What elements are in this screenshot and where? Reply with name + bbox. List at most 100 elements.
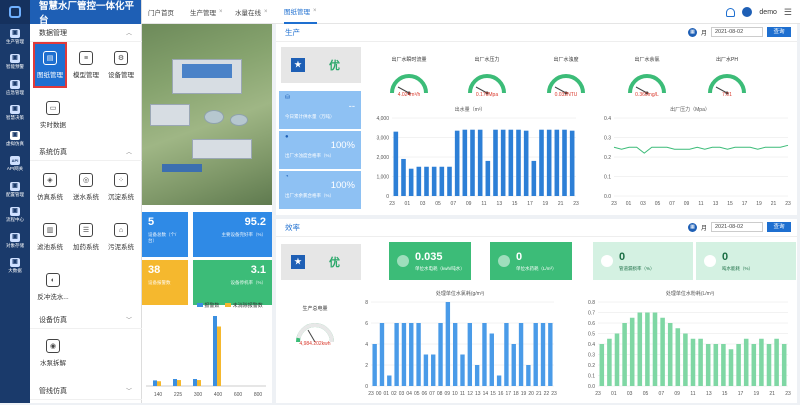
x-tick-label: 07 [659, 391, 665, 397]
water-icon: ⛁ [285, 95, 291, 101]
iconbar-item[interactable]: ▣ 智慧决策 [0, 101, 30, 127]
menu-item-backwash[interactable]: ◐ 反冲洗水... [33, 264, 73, 310]
tab-portal-home[interactable]: 门户首页 [148, 0, 174, 24]
bar [485, 160, 491, 196]
y-tick-label: 0.3 [604, 136, 611, 142]
iconbar-label: 智能预警 [6, 64, 24, 70]
iconbar-item[interactable]: ▣ 生产管理 [0, 24, 30, 50]
bar [766, 344, 772, 386]
menu-section-pipeline-simulation[interactable]: 管线仿真 ﹀ [30, 382, 142, 400]
menu-section-system-simulation[interactable]: 系统仿真 ︿ [30, 143, 142, 161]
calendar-icon[interactable]: ▦ [687, 27, 697, 37]
energy-icon [704, 255, 716, 267]
bell-icon[interactable] [726, 7, 736, 17]
close-icon[interactable]: × [313, 8, 317, 14]
menu-item-sludge-system[interactable]: ⌂ 污泥系统 [104, 214, 138, 260]
module-icon: ▣ [10, 28, 20, 38]
iconbar-item[interactable]: API API网关 [0, 152, 30, 178]
bar [614, 333, 620, 386]
unresolved-alarm-bar [197, 380, 201, 386]
bar [690, 338, 696, 386]
tab-production[interactable]: 生产管理 × [190, 0, 223, 24]
menu-item-realtime-data[interactable]: ▭ 实时数据 [33, 92, 73, 138]
menu-item-pump-disassembly[interactable]: ◉ 水泵拆解 [33, 330, 73, 376]
x-tick-label: 16 [498, 391, 504, 397]
y-tick-label: 0.1 [604, 175, 611, 181]
close-icon[interactable]: × [264, 9, 268, 15]
iconbar-item[interactable]: ▣ 虚拟仿真 [0, 126, 30, 152]
bar [401, 158, 406, 196]
menu-item-drawing-management[interactable]: ▤ 图纸管理 [33, 42, 67, 88]
app-title: 智慧水厂管控一体化平台 [30, 0, 141, 26]
menu-item-water-supply[interactable]: ◎ 送水系统 [69, 164, 103, 210]
menu-item-label: 反冲洗水... [37, 294, 69, 301]
gauge-value: 7.01 [722, 92, 732, 98]
x-tick-label: 13 [706, 391, 712, 397]
menu-item-simulation-system[interactable]: ◈ 仿真系统 [33, 164, 67, 210]
menu-item-model-management[interactable]: ≡ 模型管理 [69, 42, 103, 88]
x-tick-label: 23 [785, 391, 791, 397]
top-right-tools: demo ☰ [726, 0, 792, 24]
iconbar-item[interactable]: ▣ 对象存储 [0, 228, 30, 254]
y-tick-label: 0.3 [588, 353, 595, 359]
menu-section-data-management[interactable]: 数据管理 ︿ [30, 24, 142, 42]
menu-item-label: 仿真系统 [37, 194, 63, 201]
iconbar-item[interactable]: ▣ 应急管理 [0, 75, 30, 101]
bar [622, 323, 627, 386]
bar [401, 323, 407, 386]
left-column: 5 设备总数（个/台） 95.2 主要设备完好率（%） 38 设备报警数 3.1… [142, 24, 272, 403]
x-tick-label: 800 [254, 392, 263, 398]
bar [504, 323, 509, 386]
alarm-bar [213, 316, 217, 386]
menu-item-label: 送水系统 [73, 194, 99, 201]
stat-card-device-ok-rate: 95.2 主要设备完好率（%） [193, 212, 272, 257]
bar [393, 131, 399, 196]
x-tick-label: 17 [738, 391, 744, 397]
iconbar-label: 对象存储 [6, 242, 24, 248]
bar [416, 323, 421, 386]
gauge-value: 4,984.202kwh [299, 341, 331, 347]
menu-item-filter-system[interactable]: ▥ 滤池系统 [33, 214, 67, 260]
backwash-icon: ◐ [46, 273, 60, 287]
x-tick-label: 07 [429, 391, 435, 397]
gauge-title: 出厂水余氯 [634, 57, 660, 63]
query-button[interactable]: 查询 [767, 222, 791, 232]
x-tick-label: 225 [174, 392, 183, 398]
bar [562, 129, 567, 196]
bar [675, 328, 681, 386]
close-icon[interactable]: × [219, 9, 223, 15]
chevron-down-icon: ﹀ [125, 318, 132, 324]
pipe-icon [601, 255, 613, 267]
bar [645, 312, 650, 386]
plant-3d-image[interactable] [142, 24, 272, 205]
menu-item-device-management[interactable]: ⚙ 设备管理 [104, 42, 138, 88]
bar [554, 129, 560, 196]
iconbar-item[interactable]: ▣ 大数据 [0, 254, 30, 280]
iconbar-item[interactable]: ▣ 智能预警 [0, 50, 30, 76]
y-tick-label: 2,000 [376, 155, 389, 161]
avatar[interactable] [742, 7, 753, 17]
x-tick-label: 09 [684, 201, 690, 207]
y-tick-label: 0.4 [604, 116, 611, 122]
x-tick-label: 11 [690, 391, 695, 397]
tab-water-online[interactable]: 水量在线 × [235, 0, 268, 24]
calendar-icon[interactable]: ▦ [687, 222, 697, 232]
menu-section-device-simulation[interactable]: 设备仿真 ﹀ [30, 311, 142, 329]
bar [508, 129, 514, 196]
alarm-bar [153, 380, 157, 386]
bar [474, 365, 480, 386]
menu-item-sedimentation[interactable]: ⁘ 沉淀系统 [104, 164, 138, 210]
query-button[interactable]: 查询 [767, 27, 791, 37]
x-tick-label: 12 [467, 391, 473, 397]
username[interactable]: demo [759, 9, 777, 16]
menu-icon[interactable]: ☰ [784, 7, 792, 18]
date-input[interactable]: 2021-08-02 [711, 222, 763, 232]
iconbar-label: API网关 [6, 166, 24, 172]
iconbar-item[interactable]: ▣ 配置管理 [0, 177, 30, 203]
menu-item-dosing-system[interactable]: ☰ 加药系统 [69, 214, 103, 260]
x-tick-label: 21 [558, 201, 564, 207]
date-input[interactable]: 2021-08-02 [711, 27, 763, 37]
iconbar-item[interactable]: ▣ 流程中心 [0, 203, 30, 229]
x-tick-label: 09 [466, 201, 472, 207]
tab-drawing-management[interactable]: 图纸管理 × [284, 0, 317, 24]
